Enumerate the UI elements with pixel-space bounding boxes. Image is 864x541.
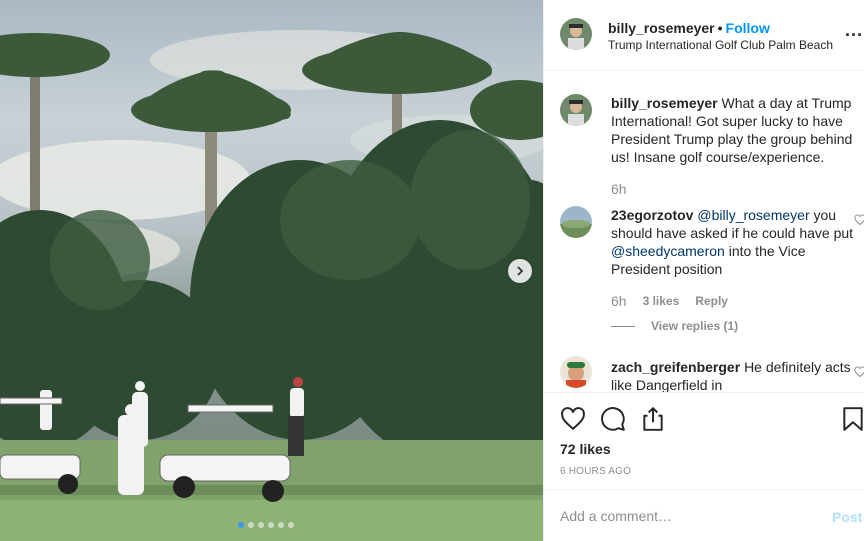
avatar[interactable]: [560, 94, 592, 126]
comments-list[interactable]: billy_rosemeyer What a day at Trump Inte…: [544, 72, 864, 392]
chevron-right-icon: [517, 266, 524, 276]
comment-time[interactable]: 6h: [611, 293, 627, 309]
mention-link[interactable]: @sheedycameron: [611, 243, 725, 259]
more-options-button[interactable]: ...: [845, 20, 863, 41]
separator-dot: •: [717, 20, 723, 36]
carousel-dot: [238, 522, 244, 528]
carousel-dot: [258, 522, 264, 528]
comment-text: zach_greifenberger He definitely acts li…: [611, 358, 864, 392]
comment-username[interactable]: zach_greifenberger: [611, 359, 740, 375]
avatar[interactable]: [560, 356, 592, 388]
share-icon[interactable]: [640, 406, 666, 432]
carousel-dot: [288, 522, 294, 528]
reply-button[interactable]: Reply: [695, 294, 728, 308]
post-timestamp[interactable]: 6 hours ago: [560, 466, 631, 477]
user-avatar-icon: [560, 356, 592, 388]
user-avatar-icon: [560, 206, 592, 238]
post-photo[interactable]: [0, 0, 543, 541]
comment-username[interactable]: billy_rosemeyer: [611, 95, 718, 111]
carousel-dot: [248, 522, 254, 528]
bookmark-icon[interactable]: [840, 406, 864, 432]
carousel-dots: [238, 522, 294, 528]
add-comment-bar: Post: [544, 489, 864, 541]
post-author-line: billy_rosemeyer • Follow: [608, 20, 770, 36]
user-avatar-icon: [560, 18, 592, 50]
user-avatar-icon: [560, 94, 592, 126]
comment-meta: 6h 3 likes Reply: [611, 293, 728, 309]
post-comment-button[interactable]: Post: [832, 509, 862, 525]
comment-text: 23egorzotov @billy_rosemeyer you should …: [611, 206, 864, 278]
carousel-dot: [278, 522, 284, 528]
comment-username[interactable]: 23egorzotov: [611, 207, 693, 223]
post-sidebar: billy_rosemeyer • Follow Trump Internation…: [543, 0, 864, 541]
view-replies-label: View replies (1): [651, 319, 739, 333]
comment-input[interactable]: [560, 508, 820, 524]
replies-divider: [611, 325, 635, 327]
likes-count[interactable]: 72 likes: [560, 441, 611, 457]
heart-icon[interactable]: [854, 366, 864, 378]
view-replies-button[interactable]: View replies (1): [611, 319, 738, 333]
comment-time[interactable]: 6h: [611, 181, 627, 197]
follow-button[interactable]: Follow: [726, 20, 770, 36]
post-author-username[interactable]: billy_rosemeyer: [608, 20, 715, 36]
heart-icon[interactable]: [560, 406, 586, 432]
avatar[interactable]: [560, 18, 592, 50]
post-actions: 72 likes 6 hours ago: [544, 392, 864, 488]
caption-text: billy_rosemeyer What a day at Trump Inte…: [611, 94, 864, 166]
carousel-dot: [268, 522, 274, 528]
caption-meta: 6h: [611, 181, 627, 197]
comment-icon[interactable]: [600, 406, 626, 432]
post-location[interactable]: Trump International Golf Club Palm Beach: [608, 38, 833, 52]
comment-likes[interactable]: 3 likes: [643, 294, 680, 308]
heart-icon[interactable]: [854, 214, 864, 226]
golf-course-photo: [0, 30, 543, 541]
post-header: billy_rosemeyer • Follow Trump Internation…: [544, 0, 864, 71]
mention-link[interactable]: @billy_rosemeyer: [697, 207, 809, 223]
avatar[interactable]: [560, 206, 592, 238]
next-image-button[interactable]: [508, 259, 532, 283]
